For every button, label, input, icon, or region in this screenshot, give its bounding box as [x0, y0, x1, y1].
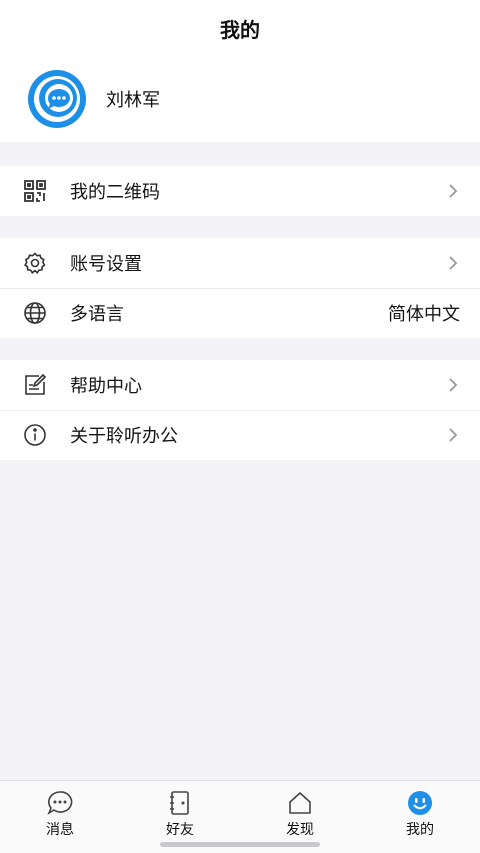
tab-label: 发现 — [286, 822, 314, 838]
group-qrcode: 我的二维码 — [0, 166, 480, 216]
menu-item-label: 关于聆听办公 — [70, 426, 178, 447]
page-header: 我的 — [0, 0, 480, 56]
qr-code-icon — [22, 178, 48, 204]
menu-item-label: 我的二维码 — [70, 182, 160, 203]
bottom-tab-bar: 消息 好友 发现 我的 — [0, 780, 480, 853]
tab-label: 消息 — [46, 822, 74, 838]
tab-me[interactable]: 我的 — [360, 781, 480, 853]
gear-icon — [22, 250, 48, 276]
tab-label: 我的 — [406, 822, 434, 838]
chevron-right-icon — [449, 428, 458, 442]
globe-icon — [22, 300, 48, 326]
avatar — [28, 70, 86, 128]
smile-icon — [408, 791, 432, 815]
discover-icon — [289, 792, 311, 814]
menu-item-label: 帮助中心 — [70, 376, 142, 397]
info-icon — [22, 422, 48, 448]
group-help: 帮助中心 关于聆听办公 — [0, 360, 480, 460]
contacts-icon — [170, 791, 189, 815]
profile-name: 刘林军 — [106, 90, 160, 111]
menu-item-help-center[interactable]: 帮助中心 — [0, 360, 480, 410]
profile-card[interactable]: 刘林军 — [0, 56, 480, 142]
tab-label: 好友 — [166, 822, 194, 838]
menu-item-account-settings[interactable]: 账号设置 — [0, 238, 480, 288]
chat-icon — [47, 791, 73, 815]
group-settings: 账号设置 多语言 简体中文 — [0, 238, 480, 338]
feedback-icon — [22, 372, 48, 398]
menu-item-about[interactable]: 关于聆听办公 — [0, 410, 480, 460]
menu-item-qr-code[interactable]: 我的二维码 — [0, 166, 480, 216]
menu-item-language[interactable]: 多语言 简体中文 — [0, 288, 480, 338]
profile-page: 我的 刘林军 我的二维码 账号设置 多语言 简体中文 帮助中心 关于聆听办公 消… — [0, 0, 480, 853]
chevron-right-icon — [449, 378, 458, 392]
home-indicator — [160, 842, 320, 847]
chevron-right-icon — [449, 184, 458, 198]
chevron-right-icon — [449, 256, 458, 270]
tab-messages[interactable]: 消息 — [0, 781, 120, 853]
language-value: 简体中文 — [388, 304, 460, 325]
menu-item-label: 账号设置 — [70, 254, 142, 275]
page-title: 我的 — [220, 17, 260, 42]
menu-item-label: 多语言 — [70, 304, 124, 325]
